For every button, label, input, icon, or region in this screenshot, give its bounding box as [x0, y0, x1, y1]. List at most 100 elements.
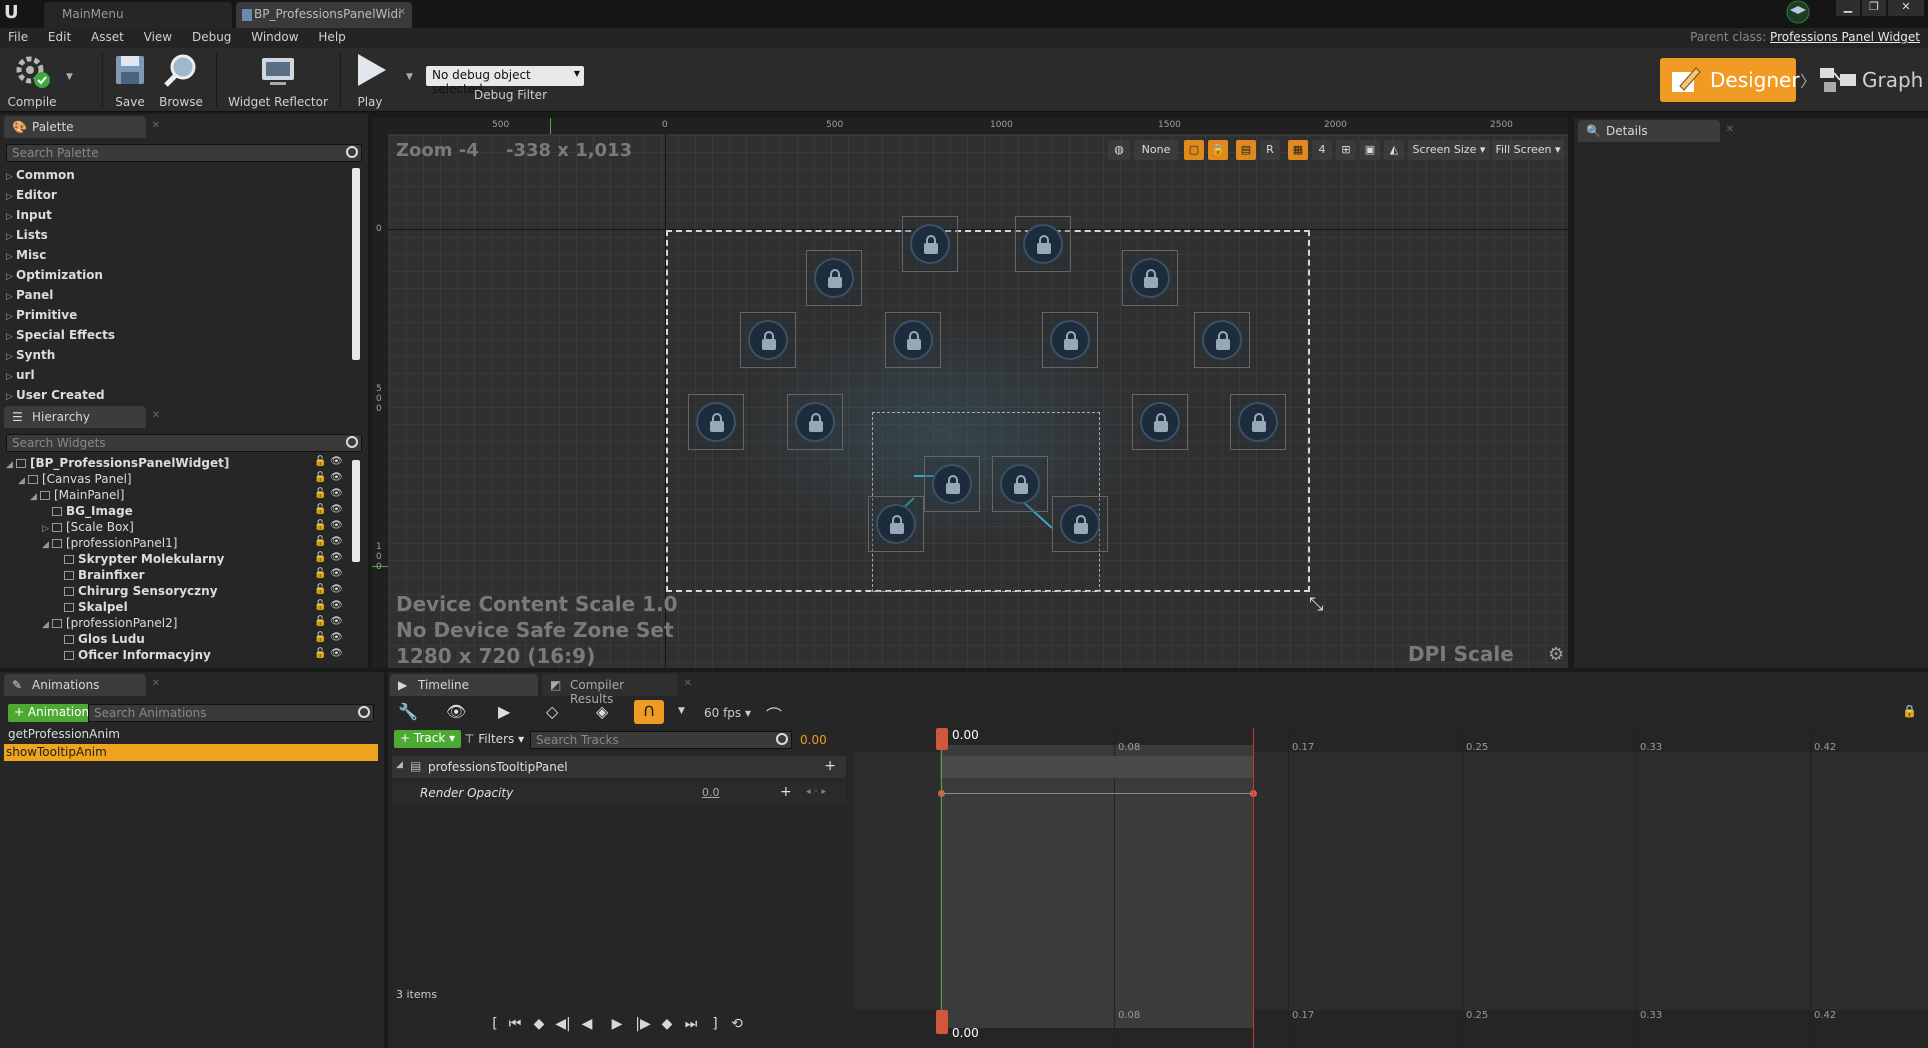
dpi-settings-gear-icon[interactable]: ⚙: [1548, 644, 1564, 665]
source-control-icon[interactable]: [1780, 0, 1816, 26]
step-back-key-icon[interactable]: ◆: [530, 1016, 548, 1034]
profession-slot[interactable]: [1015, 216, 1071, 272]
graph-mode-button[interactable]: Graph: [1814, 58, 1923, 102]
viewport-mirror-icon[interactable]: ◭: [1384, 140, 1404, 160]
profession-slot[interactable]: [902, 216, 958, 272]
hierarchy-item[interactable]: ◢ [professionPanel2]: [42, 616, 177, 632]
profession-slot[interactable]: [787, 394, 843, 450]
expand-arrow-icon[interactable]: ◢: [30, 492, 40, 502]
visibility-eye-icon[interactable]: 👁: [330, 632, 343, 643]
save-button[interactable]: Save: [110, 50, 150, 109]
menu-edit[interactable]: Edit: [40, 28, 79, 46]
unlock-icon[interactable]: 🔓: [314, 648, 326, 659]
palette-category[interactable]: ▷ Lists: [6, 228, 48, 244]
palette-category[interactable]: ▷ url: [6, 368, 35, 384]
visibility-eye-icon[interactable]: 👁: [330, 488, 343, 499]
viewport-r-button[interactable]: R: [1260, 140, 1280, 160]
expand-arrow-icon[interactable]: ▷: [6, 272, 16, 282]
set-end-icon[interactable]: ]: [706, 1016, 724, 1034]
filters-button[interactable]: ⊤ Filters ▾: [464, 732, 524, 746]
profession-slot[interactable]: [688, 394, 744, 450]
fps-dropdown[interactable]: 60 fps ▾: [704, 706, 751, 720]
designer-mode-button[interactable]: Designer: [1660, 58, 1800, 102]
track-row-property[interactable]: Render Opacity 0.0 + ◂ ◦ ▸: [392, 782, 846, 804]
snap-chevron-down-icon[interactable]: ▼: [678, 706, 685, 716]
viewport-grid-icon[interactable]: ▦: [1288, 140, 1308, 160]
browse-button[interactable]: Browse: [158, 50, 204, 109]
unlock-icon[interactable]: 🔓: [314, 536, 326, 547]
expand-arrow-icon[interactable]: ▷: [6, 212, 16, 222]
key-navigation-icon[interactable]: ◂ ◦ ▸: [806, 787, 826, 797]
screen-size-dropdown[interactable]: Screen Size ▾: [1408, 140, 1490, 160]
hierarchy-item[interactable]: ◢ [MainPanel]: [30, 488, 124, 504]
hierarchy-item[interactable]: ◢ [professionPanel1]: [42, 536, 177, 552]
curve-editor-icon[interactable]: ⌒: [766, 702, 782, 726]
restore-button[interactable]: ❐: [1862, 0, 1886, 16]
viewport-world-icon[interactable]: ◍: [1108, 140, 1130, 160]
jump-to-start-icon[interactable]: ⏮: [506, 1016, 524, 1034]
designer-canvas[interactable]: ⤡ Zoom -4 -338 x 1,013 Device Content Sc…: [372, 118, 1568, 668]
compile-options-chevron-icon[interactable]: ▼: [66, 72, 73, 82]
tab-animations[interactable]: ✎ Animations ✕: [4, 674, 160, 696]
visibility-eye-icon[interactable]: 👁: [330, 536, 343, 547]
expand-arrow-icon[interactable]: ▷: [42, 524, 52, 534]
unlock-icon[interactable]: 🔓: [314, 504, 326, 515]
unlock-icon[interactable]: 🔓: [314, 488, 326, 499]
expand-arrow-icon[interactable]: ▷: [6, 332, 16, 342]
viewport-lock-icon[interactable]: 🔒: [1208, 140, 1228, 160]
palette-category[interactable]: ▷ Synth: [6, 348, 55, 364]
playhead-marker-bottom[interactable]: [936, 1010, 948, 1034]
play-reverse-icon[interactable]: ◀: [578, 1016, 596, 1034]
tab-bp-professions-panel[interactable]: BP_ProfessionsPanelWidi ✕: [236, 2, 412, 28]
tab-main-menu[interactable]: MainMenu: [44, 2, 232, 28]
play-options-chevron-icon[interactable]: ▼: [406, 72, 413, 82]
unlock-icon[interactable]: 🔓: [314, 616, 326, 627]
expand-arrow-icon[interactable]: ▷: [6, 192, 16, 202]
palette-category[interactable]: ▷ Panel: [6, 288, 53, 304]
eye-icon[interactable]: 👁: [446, 702, 466, 721]
playhead-marker[interactable]: [936, 728, 948, 750]
unlock-icon[interactable]: 🔓: [314, 472, 326, 483]
parent-class-link[interactable]: Professions Panel Widget: [1770, 30, 1920, 44]
profession-slot[interactable]: [1230, 394, 1286, 450]
profession-slot[interactable]: [740, 312, 796, 368]
palette-category[interactable]: ▷ User Created: [6, 388, 105, 404]
menu-help[interactable]: Help: [310, 28, 353, 46]
profession-slot[interactable]: [806, 250, 862, 306]
visibility-eye-icon[interactable]: 👁: [330, 552, 343, 563]
unlock-icon[interactable]: 🔓: [314, 632, 326, 643]
palette-category[interactable]: ▷ Editor: [6, 188, 57, 204]
unreal-logo-icon[interactable]: U: [4, 2, 28, 26]
end-marker-line[interactable]: [1253, 728, 1254, 1048]
tab-timeline[interactable]: ▶ Timeline ✕: [390, 674, 552, 696]
compile-button[interactable]: Compile: [6, 50, 58, 109]
key-options-icon[interactable]: ◈: [596, 702, 608, 721]
add-track-button[interactable]: + Track ▾: [394, 730, 462, 748]
expand-arrow-icon[interactable]: ◢: [42, 620, 52, 630]
jump-to-end-icon[interactable]: ⏭: [682, 1016, 700, 1034]
unlock-icon[interactable]: 🔓: [314, 584, 326, 595]
hierarchy-item[interactable]: Glos Ludu: [54, 632, 145, 648]
palette-category[interactable]: ▷ Common: [6, 168, 75, 184]
palette-category[interactable]: ▷ Misc: [6, 248, 46, 264]
visibility-eye-icon[interactable]: 👁: [330, 568, 343, 579]
palette-category[interactable]: ▷ Primitive: [6, 308, 77, 324]
menu-asset[interactable]: Asset: [83, 28, 132, 46]
unlock-icon[interactable]: 🔓: [314, 568, 326, 579]
expand-arrow-icon[interactable]: ▷: [6, 292, 16, 302]
close-icon[interactable]: ✕: [398, 7, 406, 18]
close-icon[interactable]: ✕: [152, 678, 160, 689]
tab-details[interactable]: 🔍 Details ✕: [1578, 120, 1734, 142]
visibility-eye-icon[interactable]: 👁: [330, 616, 343, 627]
play-button[interactable]: Play: [348, 50, 392, 109]
keyframe-icon[interactable]: ◇: [546, 702, 558, 721]
expand-arrow-icon[interactable]: ▷: [6, 352, 16, 362]
menu-file[interactable]: File: [0, 28, 36, 46]
hierarchy-item[interactable]: ◢ [Canvas Panel]: [18, 472, 132, 488]
profession-slot[interactable]: [924, 456, 980, 512]
viewport-fit-icon[interactable]: ⊞: [1336, 140, 1356, 160]
hierarchy-item[interactable]: Skrypter Molekularny: [54, 552, 224, 568]
palette-search-input[interactable]: Search Palette: [6, 144, 362, 162]
close-icon[interactable]: ✕: [1726, 124, 1734, 135]
viewport-grid-size-button[interactable]: 4: [1312, 140, 1332, 160]
